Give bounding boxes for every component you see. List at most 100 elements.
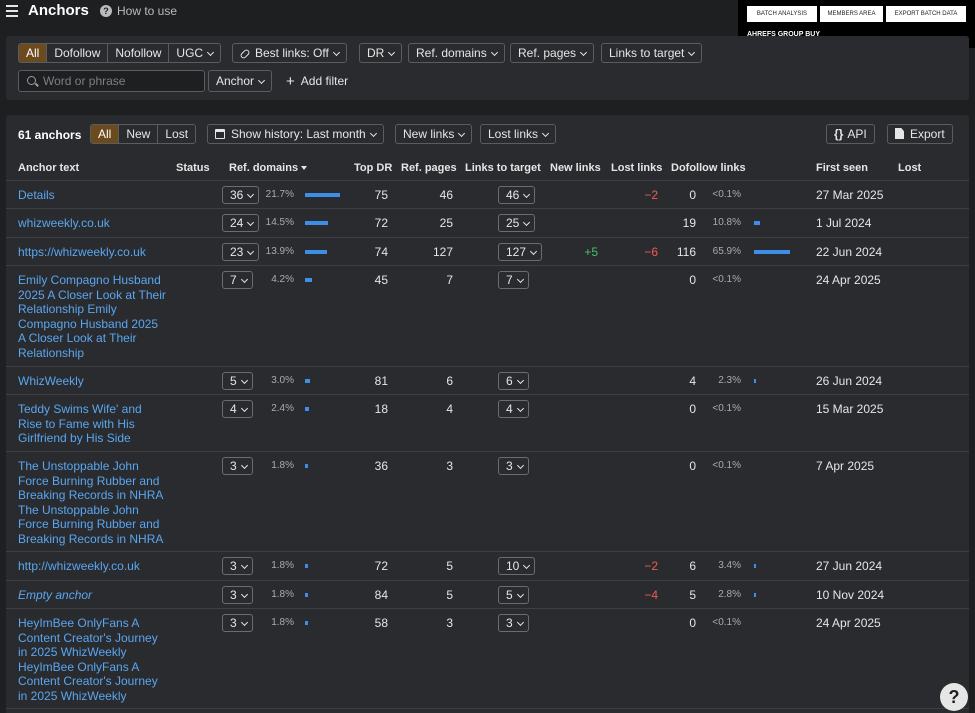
links-to-target-dropdown[interactable]: 127 [498, 243, 543, 261]
col-first-seen[interactable]: First seen [816, 162, 868, 174]
table-row: Details 36 21.7% 75 46 46 −2 0 <0.1% 27 Mar 2025 [6, 181, 969, 209]
first-seen-value: 1 Jul 2024 [816, 216, 872, 230]
col-dofollow-links[interactable]: Dofollow links [671, 162, 746, 174]
tab-new[interactable]: New [119, 125, 159, 143]
col-links-to-target[interactable]: Links to target [465, 162, 541, 174]
links-to-target-dropdown[interactable]: 46 [498, 186, 536, 204]
chevron-down-icon [523, 561, 531, 570]
ref-domains-bar [305, 379, 310, 383]
col-ref-domains[interactable]: Ref. domains [229, 162, 308, 174]
anchor-link[interactable]: Teddy Swims Wife' and Rise to Fame with … [18, 402, 168, 446]
anchor-link[interactable]: WhizWeekly [18, 374, 168, 389]
anchor-link[interactable]: Emily Compagno Husband 2025 A Closer Loo… [18, 273, 168, 360]
ref-pages-filter[interactable]: Ref. pages [510, 43, 595, 63]
chevron-down-icon [240, 275, 248, 284]
table-row: The Unstoppable John Force Burning Rubbe… [6, 452, 969, 552]
calendar-icon [215, 129, 225, 139]
anchor-link[interactable]: http://whizweekly.co.uk [18, 559, 168, 574]
members-area-button[interactable]: MEMBERS AREA [820, 6, 883, 22]
lost-links-select[interactable]: Lost links [480, 124, 557, 144]
dofollow-value: 116 [676, 245, 696, 259]
search-input[interactable] [43, 73, 201, 89]
ref-domains-bar [305, 250, 327, 254]
export-button[interactable]: Export [887, 124, 953, 144]
link-type-nofollow[interactable]: Nofollow [108, 44, 170, 62]
anchor-select[interactable]: Anchor [208, 70, 273, 92]
show-history-select[interactable]: Show history: Last month [207, 124, 384, 144]
tab-lost[interactable]: Lost [158, 125, 195, 143]
anchor-link[interactable]: HeyImBee OnlyFans A Content Creator's Jo… [18, 616, 168, 703]
code-icon: {} [834, 127, 844, 141]
tab-all[interactable]: All [91, 125, 120, 143]
filter-panel: All Dofollow Nofollow UGC Best links: Of… [6, 36, 969, 100]
top-dr-value: 36 [374, 459, 388, 473]
ref-domains-dropdown[interactable]: 36 [222, 186, 260, 204]
links-to-target-dropdown[interactable]: 3 [498, 457, 529, 475]
col-top-dr[interactable]: Top DR [354, 162, 392, 174]
ref-domains-filter[interactable]: Ref. domains [408, 43, 505, 63]
table-row: http://whizweekly.co.uk 3 1.8% 72 5 10 −2 6 3.4%… [6, 552, 969, 581]
links-to-target-dropdown[interactable]: 7 [498, 271, 529, 289]
add-filter-button[interactable]: + Add filter [286, 72, 348, 90]
link-type-ugc[interactable]: UGC [169, 44, 220, 62]
ref-domains-dropdown[interactable]: 5 [222, 372, 253, 390]
ref-domains-bar [305, 621, 308, 625]
new-links-select[interactable]: New links [395, 124, 473, 144]
chevron-down-icon [516, 461, 524, 470]
ref-domains-dropdown[interactable]: 3 [222, 586, 253, 604]
best-links-filter[interactable]: Best links: Off [232, 43, 347, 63]
link-type-segment: All Dofollow Nofollow UGC [18, 43, 222, 63]
search-box [18, 70, 205, 92]
col-lost[interactable]: Lost [898, 162, 921, 174]
ref-domains-percent: 21.7% [265, 189, 294, 200]
links-to-target-dropdown[interactable]: 6 [498, 372, 529, 390]
dofollow-value: 4 [689, 374, 696, 388]
links-to-target-dropdown[interactable]: 10 [498, 557, 536, 575]
ref-domains-bar [305, 593, 308, 597]
links-to-target-dropdown[interactable]: 5 [498, 586, 529, 604]
chevron-down-icon [516, 404, 524, 413]
table-row: HeyImBee OnlyFans A Content Creator's Jo… [6, 609, 969, 709]
ref-domains-dropdown[interactable]: 7 [222, 271, 253, 289]
export-batch-data-button[interactable]: EXPORT BATCH DATA [886, 6, 966, 22]
top-dr-value: 74 [374, 245, 388, 259]
dr-filter[interactable]: DR [359, 43, 403, 63]
ref-domains-dropdown[interactable]: 23 [222, 243, 260, 261]
chevron-down-icon [580, 48, 588, 57]
dofollow-percent: 2.3% [718, 375, 741, 386]
dofollow-percent: <0.1% [712, 617, 741, 628]
ref-domains-bar [305, 464, 308, 468]
help-button[interactable]: ? [940, 683, 968, 711]
col-lost-links[interactable]: Lost links [611, 162, 662, 174]
col-status[interactable]: Status [176, 162, 210, 174]
first-seen-value: 10 Nov 2024 [816, 588, 885, 602]
ref-domains-dropdown[interactable]: 3 [222, 557, 253, 575]
anchor-link[interactable]: The Unstoppable John Force Burning Rubbe… [18, 459, 168, 546]
ref-domains-dropdown[interactable]: 3 [222, 457, 253, 475]
links-to-target-dropdown[interactable]: 25 [498, 214, 536, 232]
ref-domains-dropdown[interactable]: 3 [222, 614, 253, 632]
links-to-target-dropdown[interactable]: 4 [498, 400, 529, 418]
ref-domains-dropdown[interactable]: 4 [222, 400, 253, 418]
col-anchor-text[interactable]: Anchor text [18, 162, 79, 174]
ref-pages-value: 6 [446, 374, 453, 388]
link-type-dofollow[interactable]: Dofollow [47, 44, 109, 62]
links-to-target-dropdown[interactable]: 3 [498, 614, 529, 632]
how-to-use-link[interactable]: ? How to use [100, 4, 177, 18]
top-dr-value: 45 [374, 273, 388, 287]
anchor-link[interactable]: https://whizweekly.co.uk [18, 245, 168, 260]
col-new-links[interactable]: New links [550, 162, 601, 174]
chevron-down-icon [688, 48, 696, 57]
col-ref-pages[interactable]: Ref. pages [401, 162, 457, 174]
link-type-all[interactable]: All [19, 44, 48, 62]
hamburger-icon[interactable] [6, 5, 18, 17]
dofollow-bar [754, 564, 756, 568]
anchor-link[interactable]: Empty anchor [18, 588, 168, 603]
links-to-target-filter[interactable]: Links to target [601, 43, 703, 63]
ref-domains-dropdown[interactable]: 24 [222, 214, 260, 232]
ref-domains-bar [305, 407, 309, 411]
batch-analysis-button[interactable]: BATCH ANALYSIS [747, 6, 817, 22]
api-button[interactable]: {} API [826, 124, 875, 144]
anchor-link[interactable]: whizweekly.co.uk [18, 216, 168, 231]
anchor-link[interactable]: Details [18, 188, 168, 203]
